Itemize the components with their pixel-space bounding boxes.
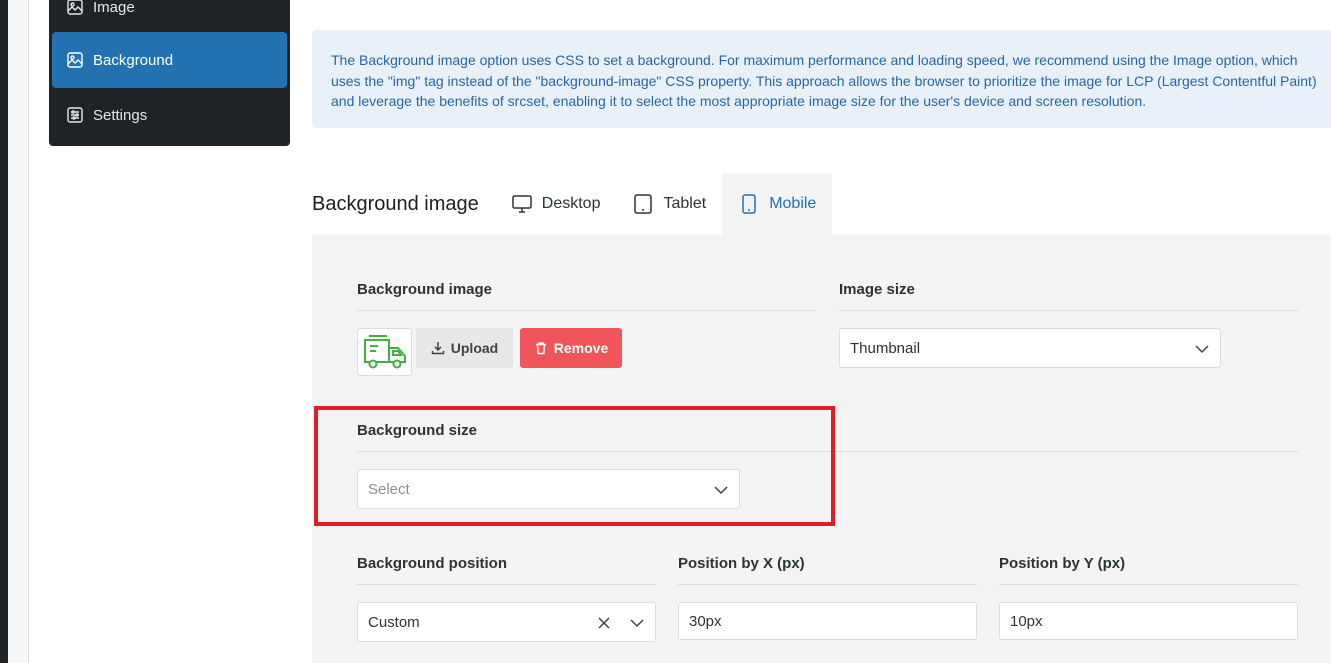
background-size-label: Background size	[357, 422, 478, 439]
settings-sidebar: Image Background Settings	[49, 0, 290, 146]
tab-tablet[interactable]: Tablet	[616, 173, 722, 235]
page-divider	[28, 0, 29, 663]
download-icon	[431, 342, 445, 355]
device-tabs: Background image Desktop Tablet Mobile	[312, 173, 833, 235]
divider	[357, 451, 1298, 452]
position-x-label: Position by X (px)	[678, 555, 805, 572]
background-image-label: Background image	[357, 281, 493, 298]
position-x-input[interactable]	[678, 602, 977, 640]
background-position-select[interactable]: Custom	[357, 602, 656, 642]
image-size-value: Thumbnail	[850, 339, 921, 357]
tab-label: Tablet	[663, 195, 707, 212]
tablet-icon	[634, 194, 653, 214]
background-position-label: Background position	[357, 555, 507, 572]
remove-label: Remove	[553, 340, 609, 356]
page-gutter	[8, 0, 28, 663]
settings-panel	[312, 235, 1331, 663]
chevron-down-icon	[714, 486, 728, 495]
section-title: Background image	[312, 192, 479, 215]
position-y-input[interactable]	[999, 602, 1298, 640]
clear-icon[interactable]	[596, 615, 612, 631]
chevron-down-icon	[1195, 345, 1209, 354]
image-icon	[67, 0, 83, 15]
tab-mobile[interactable]: Mobile	[722, 173, 833, 235]
background-position-value: Custom	[368, 613, 420, 631]
desktop-icon	[512, 195, 532, 213]
background-size-placeholder: Select	[368, 480, 410, 498]
delivery-truck-icon	[363, 335, 406, 369]
background-size-select[interactable]: Select	[357, 469, 740, 509]
admin-menu-edge	[0, 0, 8, 663]
sidebar-item-image[interactable]: Image	[52, 0, 287, 35]
divider	[357, 584, 656, 585]
upload-button[interactable]: Upload	[416, 328, 513, 368]
performance-notice: The Background image option uses CSS to …	[312, 30, 1331, 128]
image-size-label: Image size	[839, 281, 915, 298]
upload-label: Upload	[450, 340, 499, 356]
chevron-down-icon	[630, 619, 644, 628]
divider	[999, 584, 1298, 585]
tab-desktop[interactable]: Desktop	[495, 173, 617, 235]
tab-label: Desktop	[541, 195, 601, 212]
sidebar-item-background[interactable]: Background	[52, 32, 287, 88]
divider	[357, 310, 816, 311]
sidebar-item-label: Background	[93, 51, 174, 69]
sidebar-item-label: Settings	[93, 106, 148, 124]
divider	[678, 584, 977, 585]
sidebar-item-label: Image	[93, 0, 135, 16]
trash-icon	[535, 342, 546, 355]
image-size-select[interactable]: Thumbnail	[839, 328, 1221, 368]
tab-label: Mobile	[769, 195, 817, 212]
mobile-icon	[742, 194, 756, 214]
settings-icon	[67, 107, 83, 123]
background-image-thumbnail[interactable]	[357, 328, 412, 376]
sidebar-item-settings[interactable]: Settings	[52, 87, 287, 143]
background-icon	[67, 52, 83, 68]
remove-button[interactable]: Remove	[520, 328, 622, 368]
position-y-label: Position by Y (px)	[999, 555, 1126, 572]
divider	[839, 310, 1298, 311]
